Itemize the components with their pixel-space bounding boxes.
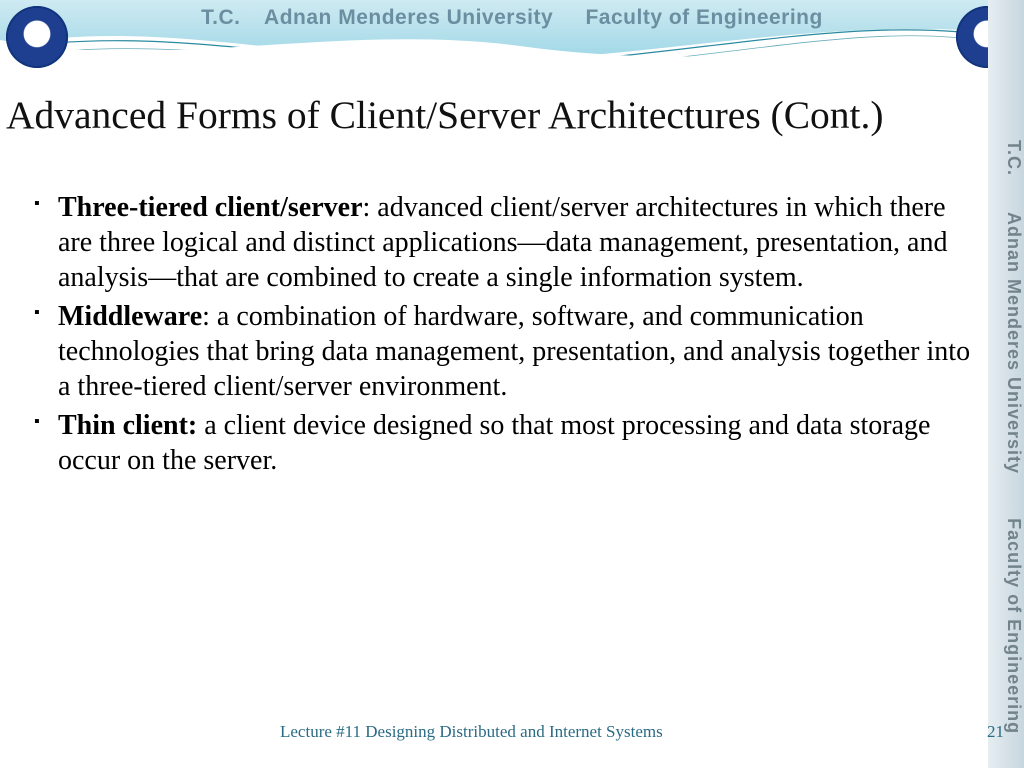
- footer-lecture-title: Lecture #11 Designing Distributed and In…: [280, 722, 680, 742]
- slide-title: Advanced Forms of Client/Server Architec…: [6, 92, 1014, 138]
- header-university: Adnan Menderes University: [264, 6, 553, 29]
- right-strip-text: T.C. Adnan Menderes University Faculty o…: [988, 140, 1024, 734]
- university-logo-icon: [6, 6, 68, 68]
- list-item: Three-tiered client/server: advanced cli…: [34, 190, 974, 295]
- right-tc: T.C.: [1004, 140, 1024, 176]
- term: Middleware: [58, 301, 202, 332]
- term: Thin client:: [58, 410, 197, 441]
- right-faculty: Faculty of Engineering: [1004, 518, 1024, 734]
- term: Three-tiered client/server: [58, 192, 363, 223]
- header-faculty: Faculty of Engineering: [585, 6, 822, 29]
- footer-page-number: 21: [987, 722, 1004, 742]
- slide-content: Three-tiered client/server: advanced cli…: [34, 190, 974, 482]
- header-tc: T.C.: [201, 6, 240, 29]
- list-item: Middleware: a combination of hardware, s…: [34, 299, 974, 404]
- list-item: Thin client: a client device designed so…: [34, 408, 974, 478]
- header-text: T.C. Adnan Menderes University Faculty o…: [0, 6, 1024, 30]
- right-university: Adnan Menderes University: [1004, 212, 1024, 474]
